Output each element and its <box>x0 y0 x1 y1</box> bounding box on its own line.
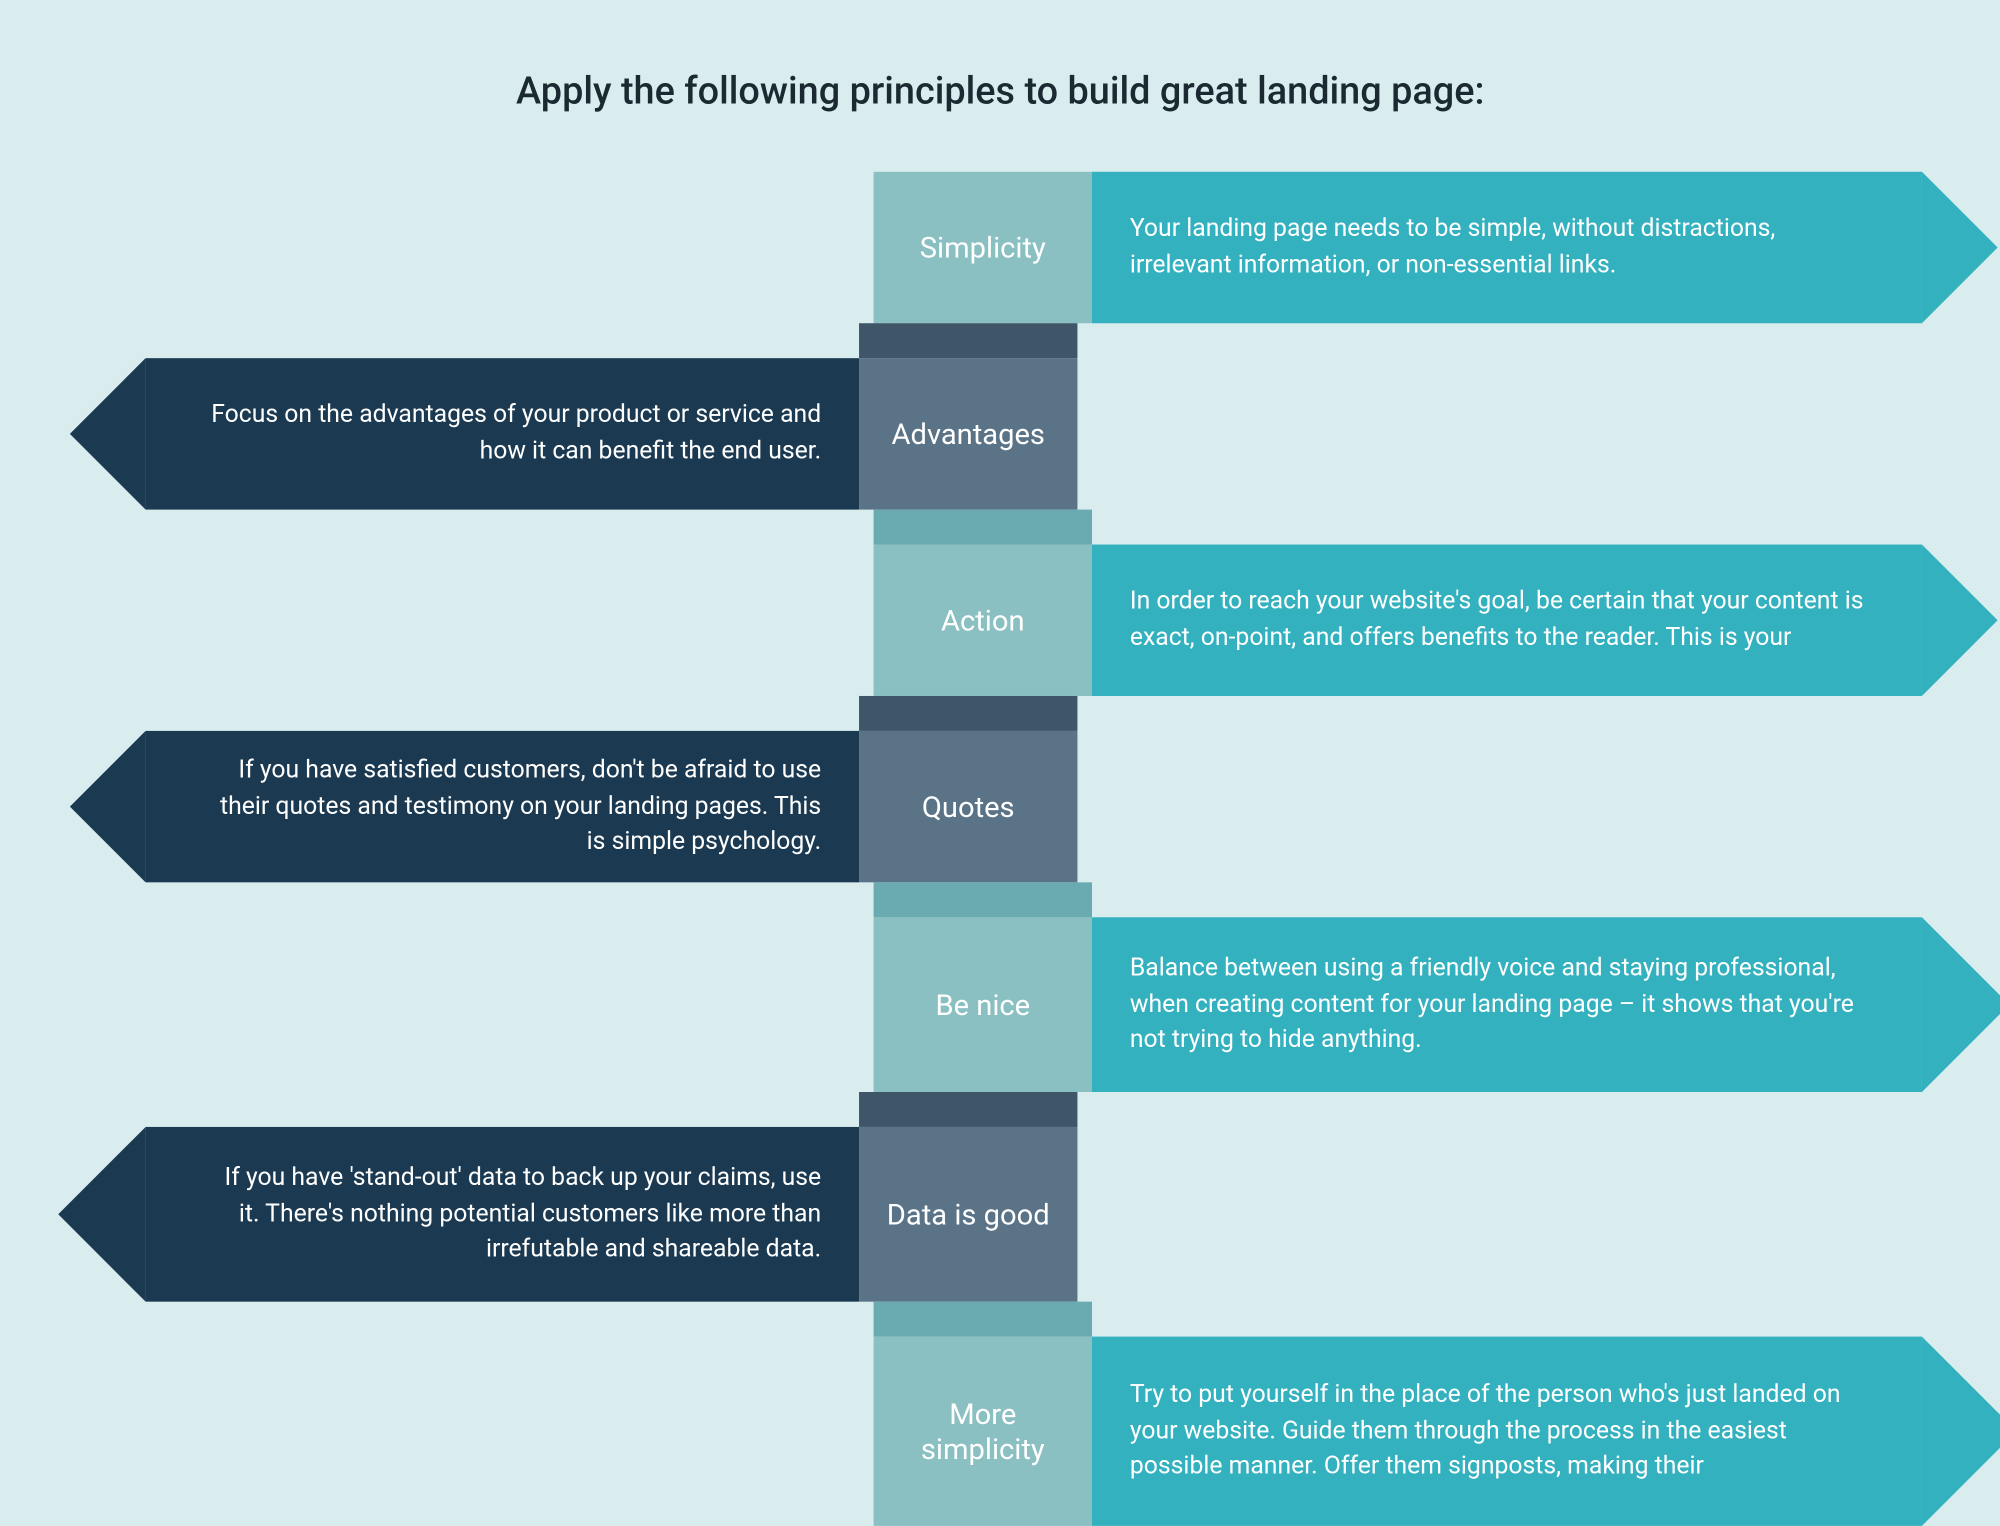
row-be-nice: Be nice Balance between using a friendly… <box>874 917 2000 1092</box>
text-quotes: If you have satisfied customers, don't b… <box>146 731 859 882</box>
label-more-simplicity: More simplicity <box>874 1337 1092 1526</box>
row-quotes: Quotes If you have satisfied customers, … <box>146 731 1098 882</box>
rows-container: Simplicity Your landing page needs to be… <box>0 172 2000 1526</box>
row-simplicity: Simplicity Your landing page needs to be… <box>874 172 2000 323</box>
label-advantages: Advantages <box>859 358 1077 509</box>
text-advantages: Focus on the advantages of your product … <box>146 358 859 509</box>
label-data-is-good: Data is good <box>859 1127 1077 1302</box>
text-data-is-good: If you have 'stand-out' data to back up … <box>146 1127 859 1302</box>
text-action: In order to reach your website's goal, b… <box>1092 545 1922 696</box>
row-advantages: Advantages Focus on the advantages of yo… <box>146 358 1098 509</box>
label-action: Action <box>874 545 1092 696</box>
infographic: Apply the following principles to build … <box>0 0 2000 1363</box>
row-more-simplicity: More simplicity Try to put yourself in t… <box>874 1337 2000 1526</box>
text-more-simplicity: Try to put yourself in the place of the … <box>1092 1337 1922 1526</box>
text-be-nice: Balance between using a friendly voice a… <box>1092 917 1922 1092</box>
text-simplicity: Your landing page needs to be simple, wi… <box>1092 172 1922 323</box>
label-be-nice: Be nice <box>874 917 1092 1092</box>
label-simplicity: Simplicity <box>874 172 1092 323</box>
row-data-is-good: Data is good If you have 'stand-out' dat… <box>146 1127 1098 1302</box>
label-quotes: Quotes <box>859 731 1077 882</box>
row-action: Action In order to reach your website's … <box>874 545 2000 696</box>
page-title: Apply the following principles to build … <box>0 70 2000 114</box>
